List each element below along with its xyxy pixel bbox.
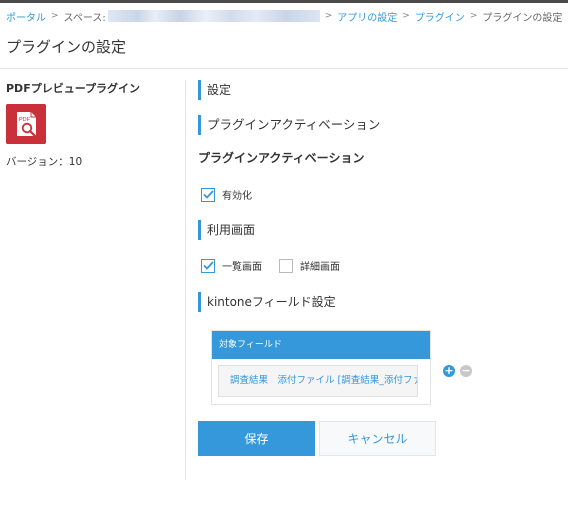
list-view-label: 一覧画面: [222, 262, 262, 273]
breadcrumb-app-settings[interactable]: アプリの設定: [337, 9, 397, 24]
breadcrumb: ポータル > スペース: > アプリの設定 > プラグイン > プラグインの設定: [6, 9, 563, 24]
enable-checkbox-row[interactable]: 有効化: [198, 187, 558, 202]
list-view-checkbox[interactable]: [201, 258, 215, 273]
column-divider: [185, 80, 186, 480]
target-field-column-header: 対象フィールド: [212, 331, 430, 359]
breadcrumb-separator: >: [324, 11, 333, 21]
top-border: [0, 0, 568, 3]
form-buttons: 保存 キャンセル: [198, 421, 558, 456]
kintone-field-settings-heading: kintoneフィールド設定: [198, 292, 558, 312]
usage-screens-options: 一覧画面 詳細画面: [198, 258, 558, 273]
detail-view-checkbox[interactable]: [279, 258, 293, 273]
breadcrumb-current: プラグインの設定: [482, 12, 563, 24]
check-icon: [202, 190, 214, 199]
remove-row-button[interactable]: −: [460, 365, 472, 377]
detail-view-label: 詳細画面: [300, 262, 340, 273]
row-actions: + −: [443, 365, 477, 377]
svg-text:PDF: PDF: [19, 117, 31, 123]
usage-screens-heading: 利用画面: [198, 220, 558, 240]
breadcrumb-space-name-redacted[interactable]: [107, 10, 320, 22]
plugin-info-panel: PDFプレビュープラグイン PDF バージョン：10: [6, 80, 176, 169]
activation-section-heading: プラグインアクティベーション: [198, 115, 558, 135]
breadcrumb-portal[interactable]: ポータル: [6, 9, 46, 24]
header-divider: [0, 68, 568, 69]
plugin-name: PDFプレビュープラグイン: [6, 82, 141, 95]
plugin-settings-form: 設定 プラグインアクティベーション プラグインアクティベーション 有効化 利用画…: [198, 80, 558, 456]
cancel-button[interactable]: キャンセル: [319, 421, 436, 456]
breadcrumb-separator: >: [469, 11, 478, 21]
target-field-select[interactable]: 調査結果 添付ファイル [調査結果_添付ファ: [218, 365, 418, 397]
breadcrumb-space: スペース:: [63, 12, 106, 24]
enable-checkbox[interactable]: [201, 187, 215, 202]
activation-subheading: プラグインアクティベーション: [198, 151, 365, 165]
plugin-version: バージョン：10: [6, 156, 83, 168]
breadcrumb-plugins[interactable]: プラグイン: [415, 9, 465, 24]
pdf-search-icon: PDF: [6, 104, 46, 144]
breadcrumb-separator: >: [51, 11, 59, 21]
list-view-checkbox-row[interactable]: 一覧画面: [201, 258, 262, 273]
page-title: プラグインの設定: [6, 38, 127, 56]
target-field-table: 対象フィールド 調査結果 添付ファイル [調査結果_添付ファ: [211, 330, 431, 405]
save-button[interactable]: 保存: [198, 421, 315, 456]
breadcrumb-separator: >: [402, 11, 410, 21]
check-icon: [202, 261, 214, 270]
enable-checkbox-label: 有効化: [222, 191, 252, 202]
table-row: 調査結果 添付ファイル [調査結果_添付ファ: [212, 359, 430, 404]
settings-heading: 設定: [198, 80, 558, 100]
target-field-table-wrap: 対象フィールド 調査結果 添付ファイル [調査結果_添付ファ + −: [211, 330, 558, 405]
detail-view-checkbox-row[interactable]: 詳細画面: [279, 258, 340, 273]
add-row-button[interactable]: +: [443, 365, 455, 377]
